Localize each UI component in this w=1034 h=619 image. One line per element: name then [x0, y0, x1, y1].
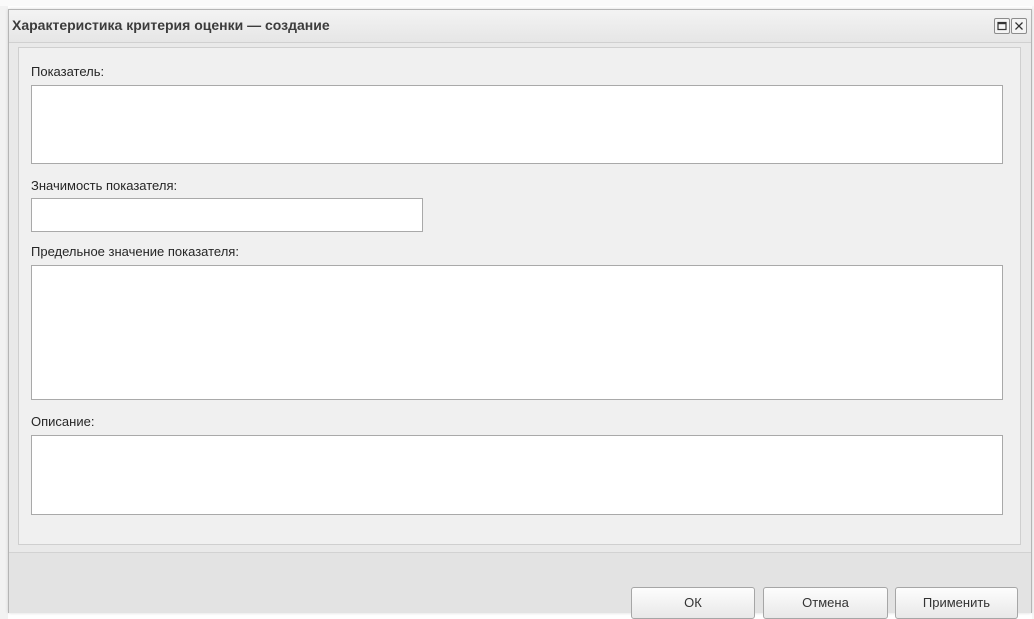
background-page-edge-left — [0, 6, 8, 619]
close-button[interactable] — [1011, 18, 1027, 34]
dialog-form-panel: Показатель: Значимость показателя: Преде… — [18, 47, 1021, 545]
criterion-characteristic-dialog: Характеристика критерия оценки — создани… — [8, 9, 1032, 619]
significance-input[interactable] — [31, 198, 423, 232]
limit-value-textarea[interactable] — [31, 265, 1003, 400]
cancel-button[interactable]: Отмена — [763, 587, 888, 619]
maximize-icon — [997, 21, 1007, 31]
significance-label: Значимость показателя: — [31, 178, 178, 193]
close-icon — [1015, 22, 1023, 30]
maximize-button[interactable] — [994, 18, 1010, 34]
indicator-label: Показатель: — [31, 64, 105, 79]
indicator-textarea[interactable] — [31, 85, 1003, 164]
description-textarea[interactable] — [31, 435, 1003, 515]
dialog-footer: ОК Отмена Применить — [9, 552, 1031, 619]
background-page-strip — [0, 0, 1034, 6]
ok-button[interactable]: ОК — [631, 587, 755, 619]
dialog-title: Характеристика критерия оценки — создани… — [12, 17, 330, 33]
description-label: Описание: — [31, 414, 95, 429]
apply-button[interactable]: Применить — [895, 587, 1018, 619]
dialog-titlebar[interactable]: Характеристика критерия оценки — создани… — [9, 10, 1031, 43]
limit-value-label: Предельное значение показателя: — [31, 244, 239, 259]
